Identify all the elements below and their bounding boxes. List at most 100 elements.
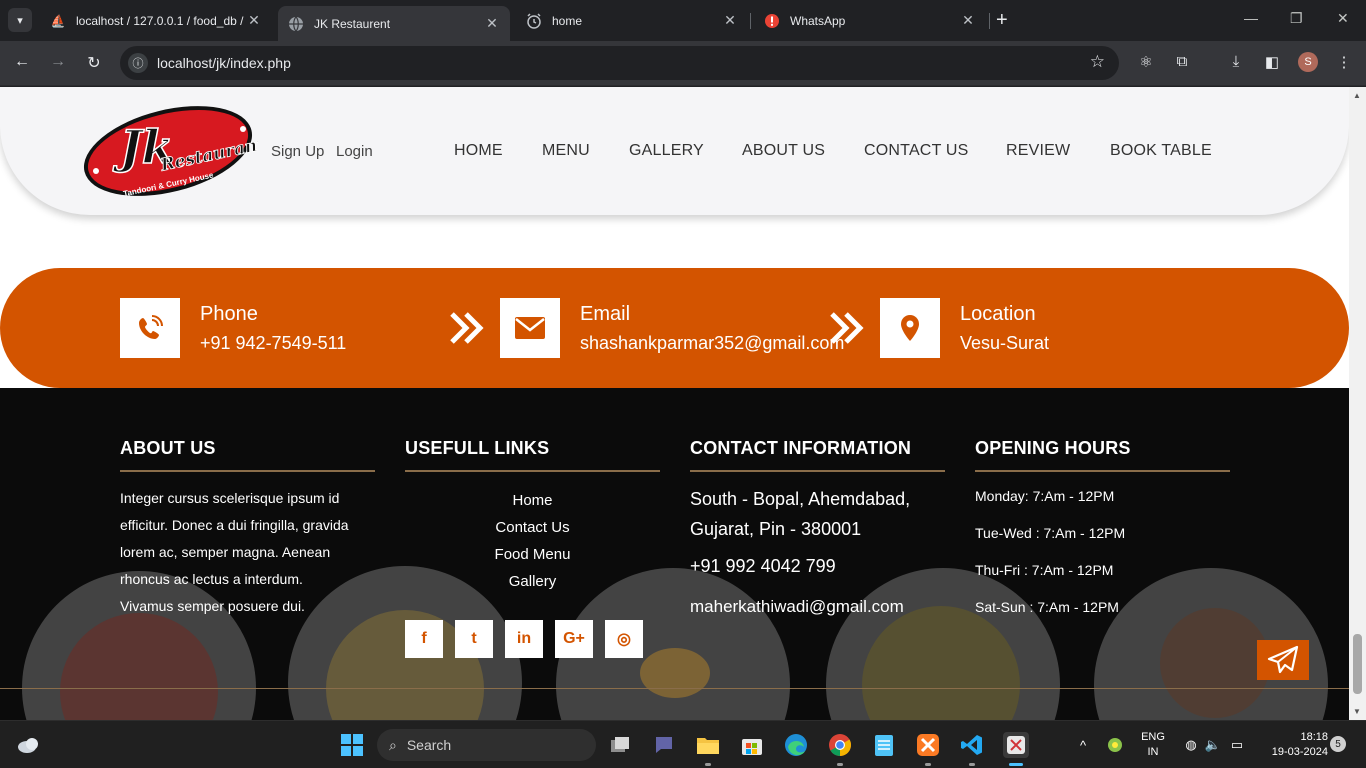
double-chevron-right-icon xyxy=(828,310,864,351)
restore-icon[interactable]: ❐ xyxy=(1290,10,1303,27)
alert-icon xyxy=(764,13,780,29)
profile-avatar[interactable]: S xyxy=(1298,52,1318,72)
vscode-icon[interactable] xyxy=(959,732,985,758)
notification-badge[interactable]: 5 xyxy=(1330,736,1346,752)
facebook-icon[interactable]: f xyxy=(405,620,443,658)
heading-divider xyxy=(405,470,660,472)
clock-date: 19-03-2024 xyxy=(1271,746,1328,758)
scroll-up-icon[interactable]: ▲ xyxy=(1353,91,1361,100)
file-explorer-icon[interactable] xyxy=(695,732,721,758)
chat-icon[interactable] xyxy=(651,732,677,758)
battery-icon[interactable]: ▭ xyxy=(1224,732,1250,758)
chevron-up-icon[interactable]: ^ xyxy=(1070,732,1096,758)
menu-kebab-icon[interactable]: ⋮ xyxy=(1334,53,1354,71)
tab-search-icon[interactable]: ▾ xyxy=(8,8,32,32)
google-plus-icon[interactable]: G+ xyxy=(555,620,593,658)
about-heading: ABOUT US xyxy=(120,438,216,458)
contact-email[interactable]: maherkathiwadi@gmail.com xyxy=(690,597,904,617)
clock[interactable]: 18:18 19-03-2024 xyxy=(1258,730,1328,760)
volume-icon[interactable]: 🔈 xyxy=(1200,732,1226,758)
tray-app-icon[interactable] xyxy=(1102,732,1128,758)
restaurant-logo[interactable]: Jk Restaurant Tandoori & Curry House xyxy=(78,105,267,198)
edge-browser-icon[interactable] xyxy=(783,732,809,758)
footer-link-food-menu[interactable]: Food Menu xyxy=(405,546,660,563)
back-icon[interactable]: ← xyxy=(12,53,32,71)
tab-whatsapp[interactable]: WhatsApp ✕ xyxy=(754,6,986,35)
heading-divider xyxy=(975,470,1230,472)
location-value: Vesu-Surat xyxy=(960,333,1050,353)
download-icon[interactable]: ⤓ xyxy=(1226,53,1246,70)
about-line: Integer cursus scelerisque ipsum id xyxy=(120,490,340,506)
taskbar-search[interactable]: ⌕ Search xyxy=(377,729,596,761)
url-text[interactable]: localhost/jk/index.php xyxy=(157,55,291,71)
language-indicator[interactable]: ENG IN xyxy=(1138,730,1168,760)
running-indicator xyxy=(969,763,975,766)
footer-link-gallery[interactable]: Gallery xyxy=(405,573,660,590)
linkedin-icon[interactable]: in xyxy=(505,620,543,658)
running-indicator xyxy=(705,763,711,766)
weather-icon[interactable] xyxy=(16,732,42,758)
email-value[interactable]: shashankparmar352@gmail.com xyxy=(580,333,844,354)
instagram-icon[interactable]: ◎ xyxy=(605,620,643,658)
contact-info-heading: CONTACT INFORMATION xyxy=(690,438,912,458)
address-bar[interactable]: ⓘ localhost/jk/index.php ☆ xyxy=(120,46,1119,80)
close-icon[interactable]: ✕ xyxy=(246,12,262,29)
twitter-icon[interactable]: t xyxy=(455,620,493,658)
site-info-icon[interactable]: ⓘ xyxy=(128,53,148,73)
nav-home[interactable]: HOME xyxy=(454,142,503,160)
nav-book-table[interactable]: BOOK TABLE xyxy=(1110,142,1212,160)
hours-item: Monday: 7:Am - 12PM xyxy=(975,488,1115,504)
task-view-icon[interactable] xyxy=(607,732,633,758)
map-marker-icon xyxy=(880,298,940,358)
microsoft-store-icon[interactable] xyxy=(739,732,765,758)
browser-toolbar: ← → ↻ ⓘ localhost/jk/index.php ☆ ⚛ ⧉ ⤓ ◧… xyxy=(0,41,1366,86)
nav-contact-us[interactable]: CONTACT US xyxy=(864,142,969,160)
side-panel-icon[interactable]: ◧ xyxy=(1262,53,1282,71)
windows-start-icon[interactable] xyxy=(339,732,365,758)
chrome-icon[interactable] xyxy=(827,732,853,758)
xampp-icon[interactable] xyxy=(915,732,941,758)
bookmark-star-icon[interactable]: ☆ xyxy=(1090,52,1105,72)
tab-title: localhost / 127.0.0.1 / food_db / xyxy=(76,13,244,28)
about-text: Integer cursus scelerisque ipsum id effi… xyxy=(120,485,375,620)
hours-item: Tue-Wed : 7:Am - 12PM xyxy=(975,525,1126,541)
new-tab-icon[interactable]: + xyxy=(996,10,1008,30)
scroll-down-icon[interactable]: ▼ xyxy=(1353,707,1361,716)
nav-menu[interactable]: MENU xyxy=(542,142,590,160)
egg-image xyxy=(640,648,710,698)
close-icon[interactable]: ✕ xyxy=(960,12,976,29)
send-paper-plane-button[interactable] xyxy=(1257,640,1309,680)
close-icon[interactable]: ✕ xyxy=(484,15,500,32)
scrollbar-thumb[interactable] xyxy=(1353,634,1362,694)
address-line: Gujarat, Pin - 380001 xyxy=(690,519,862,539)
reload-icon[interactable]: ↻ xyxy=(84,53,104,73)
window-close-icon[interactable]: ✕ xyxy=(1337,10,1349,27)
active-indicator xyxy=(1009,763,1023,766)
notepad-icon[interactable] xyxy=(871,732,897,758)
footer-link-contact-us[interactable]: Contact Us xyxy=(405,519,660,536)
phone-icon xyxy=(120,298,180,358)
signup-link[interactable]: Sign Up xyxy=(271,143,324,160)
extensions-puzzle-icon[interactable]: ⧉ xyxy=(1172,53,1192,70)
minimize-icon[interactable]: — xyxy=(1244,10,1258,26)
nav-review[interactable]: REVIEW xyxy=(1006,142,1070,160)
contact-band: Phone +91 942-7549-511 Email shashankpar… xyxy=(0,268,1349,388)
footer-divider xyxy=(0,688,1349,689)
forward-icon[interactable]: → xyxy=(48,53,68,71)
nav-gallery[interactable]: GALLERY xyxy=(629,142,704,160)
snipping-tool-icon[interactable] xyxy=(1003,732,1029,758)
tab-jk-restaurent[interactable]: JK Restaurent ✕ xyxy=(278,6,510,41)
footer-link-home[interactable]: Home xyxy=(405,492,660,509)
close-icon[interactable]: ✕ xyxy=(722,12,738,29)
tab-home[interactable]: home ✕ xyxy=(516,6,748,35)
page-scrollbar[interactable]: ▲ ▼ xyxy=(1349,87,1366,720)
tab-phpmyadmin[interactable]: ⛵ localhost / 127.0.0.1 / food_db / ✕ xyxy=(40,6,272,35)
login-link[interactable]: Login xyxy=(336,143,373,160)
nav-about-us[interactable]: ABOUT US xyxy=(742,142,825,160)
tab-title: home xyxy=(552,13,583,28)
region-code: IN xyxy=(1147,746,1159,758)
email-title: Email xyxy=(580,303,631,325)
extension-react-icon[interactable]: ⚛ xyxy=(1136,53,1156,71)
search-icon: ⌕ xyxy=(389,736,397,753)
tab-title: JK Restaurent xyxy=(314,16,391,31)
